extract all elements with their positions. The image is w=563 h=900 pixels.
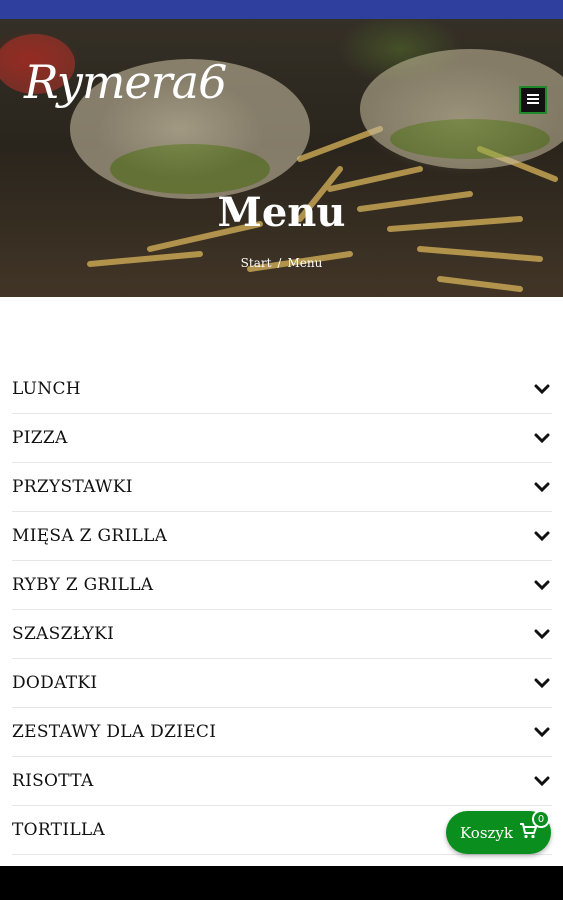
accordion-item-dodatki[interactable]: DODATKI xyxy=(12,659,552,708)
accordion-item-label: DODATKI xyxy=(12,673,98,693)
breadcrumb-current: Menu xyxy=(287,256,323,270)
accordion-item-label: MIĘSA Z GRILLA xyxy=(12,526,168,546)
accordion-item-przystawki[interactable]: PRZYSTAWKI xyxy=(12,463,552,512)
accordion-item-label: TORTILLA xyxy=(12,820,106,840)
system-navigation-bar xyxy=(0,866,563,900)
main-content: LUNCH PIZZA PRZYSTAWKI MIĘSA Z GRILLA RY… xyxy=(0,297,563,866)
hero-banner: Rymera6 Menu Start / Menu xyxy=(0,19,563,297)
breadcrumb: Start / Menu xyxy=(0,256,563,270)
accordion-item-label: LUNCH xyxy=(12,379,81,399)
chevron-down-icon xyxy=(532,477,552,497)
accordion-item-zestawy-dla-dzieci[interactable]: ZESTAWY DLA DZIECI xyxy=(12,708,552,757)
accordion-item-label: PIZZA xyxy=(12,428,68,448)
page-title: Menu xyxy=(217,189,346,236)
accordion-item-miesa-z-grilla[interactable]: MIĘSA Z GRILLA xyxy=(12,512,552,561)
breadcrumb-home-link[interactable]: Start xyxy=(241,256,272,270)
chevron-down-icon xyxy=(532,624,552,644)
brand-logo[interactable]: Rymera6 xyxy=(24,59,227,105)
accordion-item-label: PRZYSTAWKI xyxy=(12,477,133,497)
accordion-item-label: ZESTAWY DLA DZIECI xyxy=(12,722,217,742)
chevron-down-icon xyxy=(532,722,552,742)
menu-accordion: LUNCH PIZZA PRZYSTAWKI MIĘSA Z GRILLA RY… xyxy=(12,365,552,855)
status-bar xyxy=(0,0,563,19)
chevron-down-icon xyxy=(532,575,552,595)
hamburger-menu-button[interactable] xyxy=(519,86,547,114)
accordion-item-label: SZASZŁYKI xyxy=(12,624,115,644)
chevron-down-icon xyxy=(532,673,552,693)
chevron-down-icon xyxy=(532,526,552,546)
chevron-down-icon xyxy=(532,771,552,791)
chevron-down-icon xyxy=(532,379,552,399)
accordion-item-pizza[interactable]: PIZZA xyxy=(12,414,552,463)
chevron-down-icon xyxy=(532,428,552,448)
accordion-item-label: RISOTTA xyxy=(12,771,94,791)
accordion-item-label: RYBY Z GRILLA xyxy=(12,575,154,595)
cart-label: Koszyk xyxy=(460,823,513,842)
breadcrumb-separator: / xyxy=(277,256,282,270)
accordion-item-lunch[interactable]: LUNCH xyxy=(12,365,552,414)
accordion-item-szaszlyki[interactable]: SZASZŁYKI xyxy=(12,610,552,659)
accordion-item-ryby-z-grilla[interactable]: RYBY Z GRILLA xyxy=(12,561,552,610)
cart-count-badge: 0 xyxy=(532,810,550,828)
accordion-item-risotta[interactable]: RISOTTA xyxy=(12,757,552,806)
hamburger-icon xyxy=(527,92,539,108)
